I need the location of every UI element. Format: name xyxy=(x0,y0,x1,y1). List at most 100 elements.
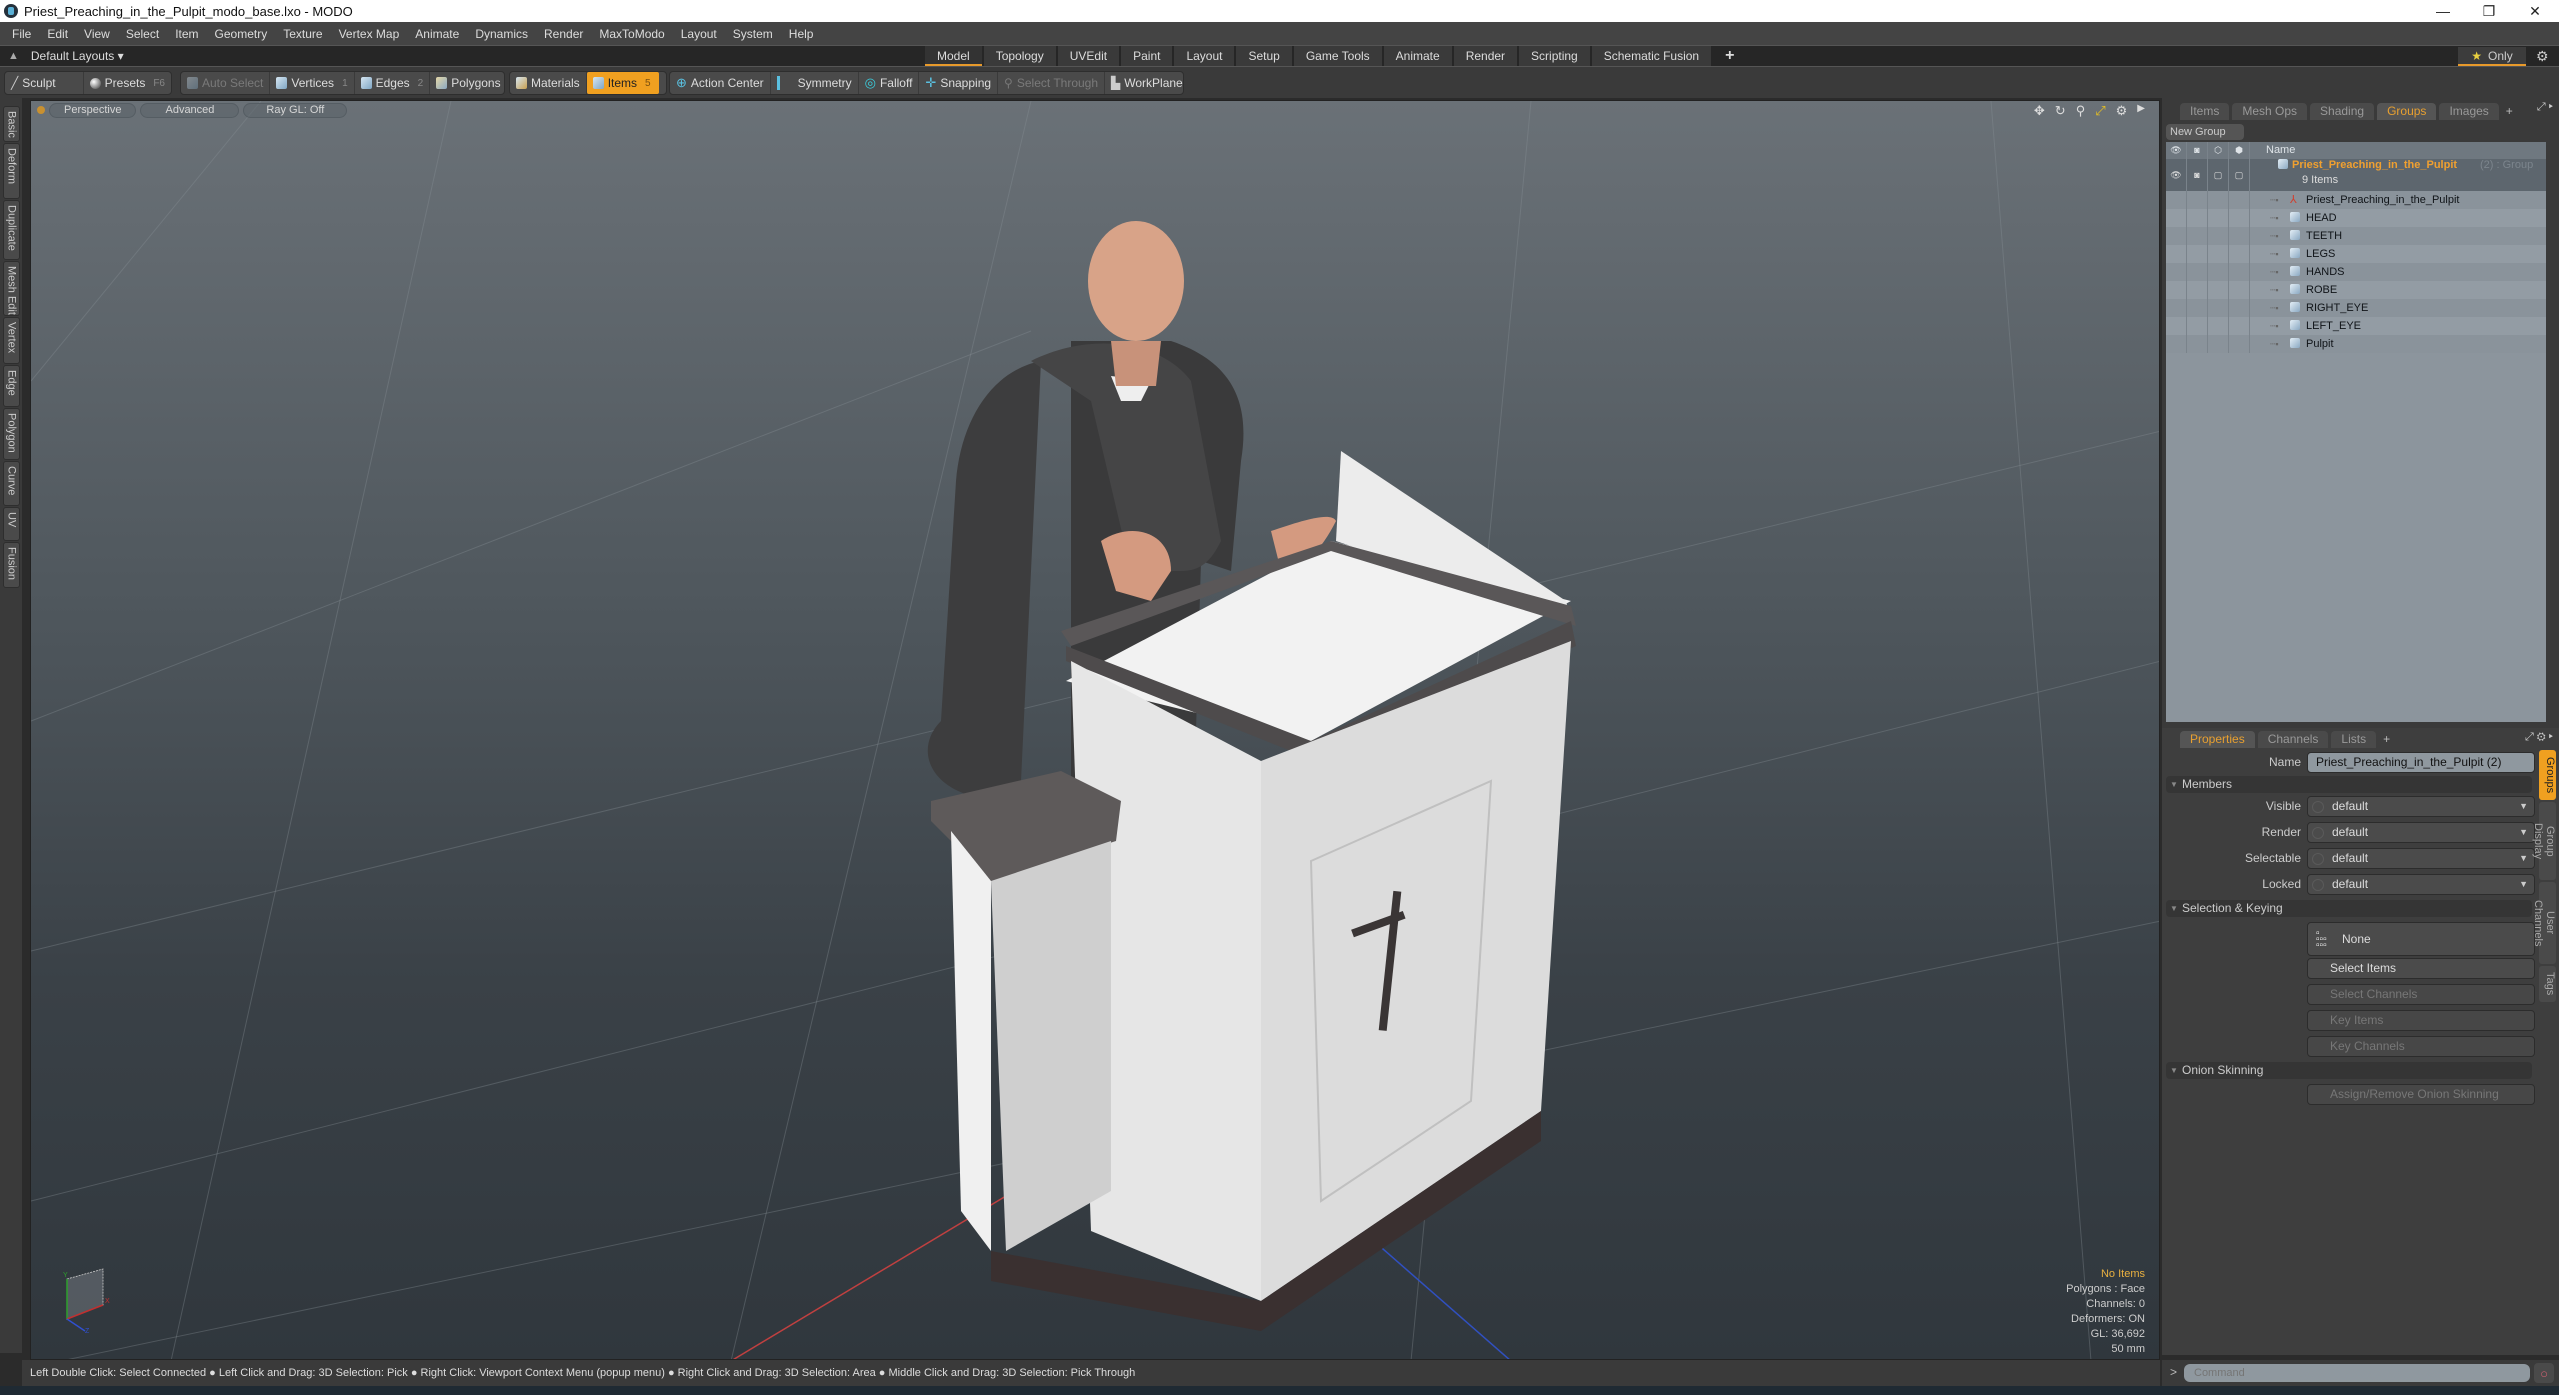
menu-dynamics[interactable]: Dynamics xyxy=(467,27,536,41)
locked-dropdown[interactable]: default ▼ xyxy=(2307,874,2535,895)
select-channels-button[interactable]: Select Channels xyxy=(2307,984,2535,1005)
tab-mesh-ops[interactable]: Mesh Ops xyxy=(2232,103,2308,120)
name-field[interactable]: Priest_Preaching_in_the_Pulpit (2) xyxy=(2307,752,2535,773)
lock-column-icon[interactable]: ⬡ xyxy=(2208,142,2229,159)
select-through-button[interactable]: ⚲ Select Through xyxy=(998,72,1106,94)
tab-images[interactable]: Images xyxy=(2439,103,2499,120)
snapping-button[interactable]: ✛ Snapping xyxy=(919,72,999,94)
menu-geometry[interactable]: Geometry xyxy=(207,27,276,41)
viewport-expand-arrow-icon[interactable]: ▶ xyxy=(2137,103,2145,119)
panel-expand-icon[interactable]: ⤢ ▸ xyxy=(2537,101,2553,114)
3d-viewport[interactable]: Perspective Advanced Ray GL: Off ✥ ↻ ⚲ ⤢… xyxy=(30,100,2160,1360)
menu-texture[interactable]: Texture xyxy=(275,27,330,41)
group-member-row[interactable]: ┄▪ LEGS xyxy=(2166,245,2546,263)
workplane-button[interactable]: ▙ WorkPlane xyxy=(1105,72,1189,94)
falloff-button[interactable]: ◎ Falloff xyxy=(859,72,920,94)
tab-uvedit[interactable]: UVEdit xyxy=(1057,46,1120,66)
add-properties-tab-button[interactable]: + xyxy=(2379,731,2394,748)
menu-file[interactable]: File xyxy=(4,27,39,41)
tab-lists[interactable]: Lists xyxy=(2331,731,2377,748)
vertices-button[interactable]: Vertices 1 xyxy=(270,72,355,94)
menu-item[interactable]: Item xyxy=(167,27,206,41)
tab-properties[interactable]: Properties xyxy=(2180,731,2255,748)
menu-edit[interactable]: Edit xyxy=(39,27,76,41)
onion-skinning-section[interactable]: Onion Skinning xyxy=(2166,1062,2532,1079)
selectable-dropdown[interactable]: default ▼ xyxy=(2307,848,2535,869)
group-select-toggle[interactable]: ▢ xyxy=(2229,159,2250,191)
menu-vertex-map[interactable]: Vertex Map xyxy=(331,27,408,41)
members-section[interactable]: Members xyxy=(2166,776,2532,793)
left-tab-duplicate[interactable]: Duplicate xyxy=(3,200,20,260)
tab-topology[interactable]: Topology xyxy=(983,46,1056,66)
auto-select-button[interactable]: Auto Select xyxy=(181,72,271,94)
viewport-gear-icon[interactable]: ⚙ xyxy=(2116,103,2128,119)
render-camera-icon[interactable]: ◙ xyxy=(2187,142,2208,159)
tab-shading[interactable]: Shading xyxy=(2310,103,2375,120)
menu-system[interactable]: System xyxy=(725,27,781,41)
properties-gear-icon[interactable]: ⤢ ⚙ ▸ xyxy=(2525,731,2553,744)
eye-icon[interactable]: 👁 xyxy=(2166,142,2187,159)
side-tab-user-channels[interactable]: User Channels xyxy=(2532,882,2556,964)
default-layouts-dropdown[interactable]: Default Layouts ▾ xyxy=(31,49,124,63)
group-member-row[interactable]: ┄▪ Pulpit xyxy=(2166,335,2546,353)
tab-schematic-fusion[interactable]: Schematic Fusion xyxy=(1591,46,1712,66)
only-button[interactable]: ★ Only xyxy=(2458,47,2526,66)
symmetry-button[interactable]: Symmetry xyxy=(771,72,859,94)
menu-select[interactable]: Select xyxy=(118,27,167,41)
group-member-row[interactable]: ┄▪ LEFT_EYE xyxy=(2166,317,2546,335)
tab-animate[interactable]: Animate xyxy=(1383,46,1452,66)
group-member-row[interactable]: ┄▪ HANDS xyxy=(2166,263,2546,281)
polygons-button[interactable]: Polygons xyxy=(430,72,506,94)
viewport-menu-dot[interactable] xyxy=(37,106,45,114)
group-member-row[interactable]: ┄▪ ROBE xyxy=(2166,281,2546,299)
group-member-row[interactable]: ┄▪ ⅄ Priest_Preaching_in_the_Pulpit xyxy=(2166,191,2546,209)
presets-button[interactable]: Presets F6 xyxy=(84,72,171,94)
tab-scripting[interactable]: Scripting xyxy=(1519,46,1590,66)
add-layout-tab-button[interactable]: + xyxy=(1713,46,1746,66)
items-button[interactable]: Items 5 xyxy=(586,72,659,94)
left-tab-basic[interactable]: Basic xyxy=(3,106,20,142)
gear-icon[interactable]: ⚙ xyxy=(2536,48,2549,65)
left-tab-deform[interactable]: Deform xyxy=(3,143,20,199)
view-mode-button[interactable]: Perspective xyxy=(49,102,137,118)
select-column-icon[interactable]: ⬢ xyxy=(2229,142,2250,159)
maximize-viewport-icon[interactable]: ⤢ xyxy=(2095,103,2105,119)
menu-render[interactable]: Render xyxy=(536,27,591,41)
shading-mode-button[interactable]: Advanced xyxy=(140,102,240,118)
tab-layout[interactable]: Layout xyxy=(1174,46,1235,66)
side-tab-group-display[interactable]: Group Display xyxy=(2532,802,2556,880)
left-tab-uv[interactable]: UV xyxy=(3,507,20,541)
side-tab-tags[interactable]: Tags xyxy=(2539,966,2556,1002)
tab-setup[interactable]: Setup xyxy=(1236,46,1292,66)
selection-hierarchy-dropdown[interactable]: ▫ ▫▫▫ ▫▫▫ None xyxy=(2307,922,2535,956)
action-center-button[interactable]: ⊕ Action Center xyxy=(670,72,771,94)
edges-button[interactable]: Edges 2 xyxy=(355,72,431,94)
close-button[interactable]: ✕ xyxy=(2512,0,2558,22)
sculpt-button[interactable]: ╱ Sculpt xyxy=(5,72,84,94)
group-visibility-toggle[interactable]: 👁 xyxy=(2166,159,2187,191)
menu-help[interactable]: Help xyxy=(781,27,822,41)
maximize-button[interactable]: ❐ xyxy=(2466,0,2512,22)
minimize-button[interactable]: — xyxy=(2420,0,2466,22)
left-tab-vertex[interactable]: Vertex xyxy=(3,317,20,364)
zoom-icon[interactable]: ⚲ xyxy=(2076,103,2086,119)
tab-paint[interactable]: Paint xyxy=(1121,46,1173,66)
add-panel-tab-button[interactable]: + xyxy=(2502,103,2517,120)
key-items-button[interactable]: Key Items xyxy=(2307,1010,2535,1031)
menu-animate[interactable]: Animate xyxy=(407,27,467,41)
tab-channels[interactable]: Channels xyxy=(2257,731,2329,748)
left-tab-edge[interactable]: Edge xyxy=(3,365,20,407)
left-tab-fusion[interactable]: Fusion xyxy=(3,542,20,588)
menu-maxtomodo[interactable]: MaxToModo xyxy=(591,27,672,41)
left-tab-mesh-edit[interactable]: Mesh Edit xyxy=(3,261,20,316)
group-member-row[interactable]: ┄▪ HEAD xyxy=(2166,209,2546,227)
left-tab-curve[interactable]: Curve xyxy=(3,461,20,506)
command-record-icon[interactable]: ○ xyxy=(2534,1363,2554,1383)
materials-button[interactable]: Materials xyxy=(510,72,587,94)
render-dropdown[interactable]: default ▼ xyxy=(2307,822,2535,843)
group-member-row[interactable]: ┄▪ RIGHT_EYE xyxy=(2166,299,2546,317)
left-tab-polygon[interactable]: Polygon xyxy=(3,408,20,460)
group-member-row[interactable]: ┄▪ TEETH xyxy=(2166,227,2546,245)
command-input[interactable] xyxy=(2184,1364,2530,1382)
layout-collapse-icon[interactable]: ▲ xyxy=(8,50,19,62)
